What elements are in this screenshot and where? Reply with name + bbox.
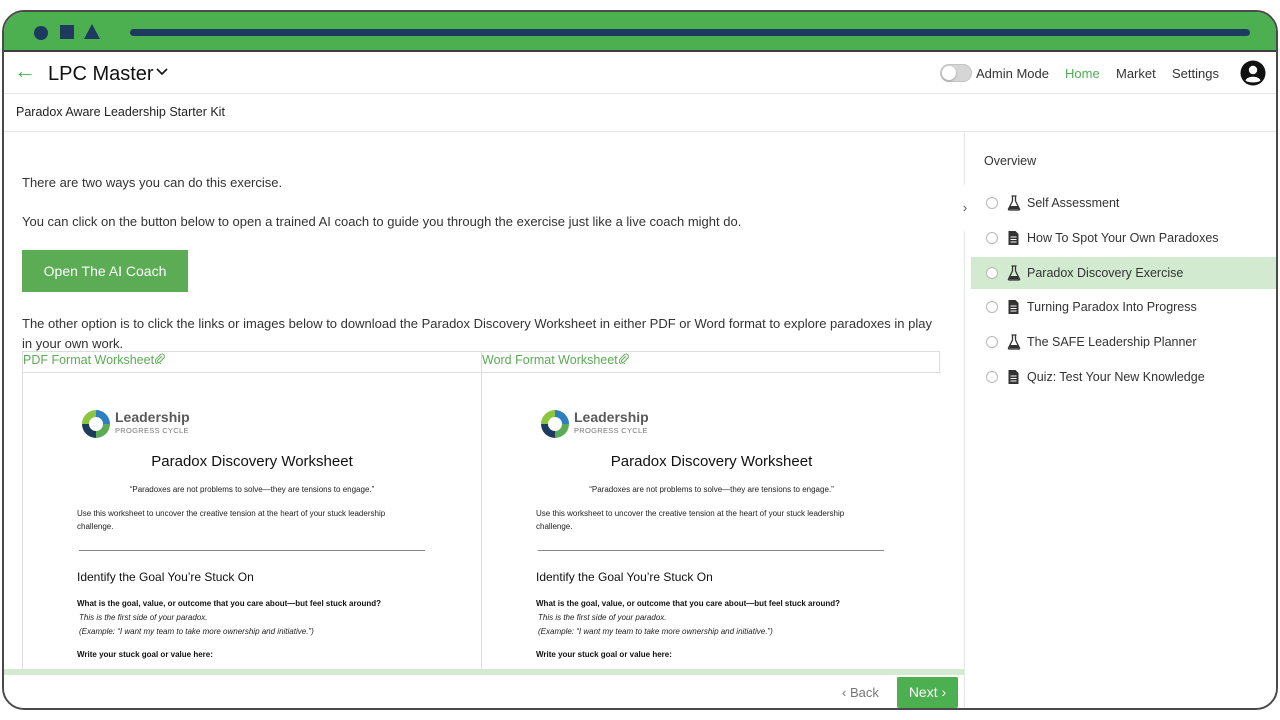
titlebar-bar xyxy=(130,29,1250,36)
worksheet-note: This is the first side of your paradox. xyxy=(79,613,208,622)
next-button[interactable]: Next › xyxy=(897,677,958,708)
lesson-content: There are two ways you can do this exerc… xyxy=(4,133,964,669)
radio-circle-icon xyxy=(986,267,998,279)
sidebar-item-turning-paradox-into-progress[interactable]: Turning Paradox Into Progress xyxy=(971,291,1276,323)
word-worksheet-column: Word Format Worksheet Leadership PROGRES… xyxy=(482,352,941,669)
user-avatar-icon[interactable] xyxy=(1240,60,1266,86)
logo-title: Leadership xyxy=(115,409,190,425)
worksheet-note: This is the first side of your paradox. xyxy=(538,613,667,622)
nav-settings-link[interactable]: Settings xyxy=(1172,66,1219,81)
sidebar-overview-link[interactable]: Overview xyxy=(984,154,1036,168)
word-worksheet-link-label: Word Format Worksheet xyxy=(482,353,618,367)
sidebar-item-paradox-discovery-exercise[interactable]: Paradox Discovery Exercise xyxy=(971,257,1276,289)
lesson-sidebar: › Overview Self Assessment How To Spot Yo… xyxy=(955,133,1276,708)
worksheet-write-prompt: Write your stuck goal or value here: xyxy=(536,650,672,659)
worksheet-rule xyxy=(79,550,425,551)
radio-circle-icon xyxy=(986,301,998,313)
back-button-label: Back xyxy=(849,685,879,700)
open-ai-coach-button[interactable]: Open The AI Coach xyxy=(22,250,188,292)
pdf-worksheet-link-label: PDF Format Worksheet xyxy=(23,353,155,367)
paperclip-icon xyxy=(618,353,629,367)
worksheet-example: (Example: “I want my team to take more o… xyxy=(538,627,773,636)
sidebar-item-label: Quiz: Test Your New Knowledge xyxy=(1027,370,1205,384)
sidebar-item-label: Self Assessment xyxy=(1027,196,1120,210)
flask-icon xyxy=(1007,195,1021,211)
worksheet-title: Paradox Discovery Worksheet xyxy=(610,453,813,470)
document-icon xyxy=(1007,230,1021,246)
worksheet-instructions: Use this worksheet to uncover the creati… xyxy=(77,509,386,531)
leadership-logo-icon xyxy=(538,407,572,441)
nav-home-link[interactable]: Home xyxy=(1065,66,1100,81)
worksheet-question: What is the goal, value, or outcome that… xyxy=(536,599,841,608)
triangle-shape-icon xyxy=(84,24,100,39)
sidebar-item-self-assessment[interactable]: Self Assessment xyxy=(971,187,1276,219)
sidebar-item-the-safe-leadership-planner[interactable]: The SAFE Leadership Planner xyxy=(971,326,1276,358)
flask-icon xyxy=(1007,334,1021,350)
paperclip-icon xyxy=(154,353,165,367)
app-window: ← LPC Master Admin Mode Home Market Sett… xyxy=(2,10,1278,710)
sidebar-item-quiz-test-your-new-knowledge[interactable]: Quiz: Test Your New Knowledge xyxy=(971,361,1276,393)
worksheet-heading: Identify the Goal You’re Stuck On xyxy=(536,570,713,584)
pdf-worksheet-preview[interactable]: Leadership PROGRESS CYCLE Paradox Discov… xyxy=(23,373,481,669)
word-worksheet-preview[interactable]: Leadership PROGRESS CYCLE Paradox Discov… xyxy=(482,373,941,669)
worksheet-rule xyxy=(538,550,884,551)
document-icon xyxy=(1007,369,1021,385)
intro-paragraph: There are two ways you can do this exerc… xyxy=(22,175,283,190)
app-header: ← LPC Master Admin Mode Home Market Sett… xyxy=(4,52,1276,94)
worksheet-heading: Identify the Goal You’re Stuck On xyxy=(77,570,254,584)
radio-circle-icon xyxy=(986,336,998,348)
logo-subtitle: PROGRESS CYCLE xyxy=(574,426,648,435)
logo-subtitle: PROGRESS CYCLE xyxy=(115,426,189,435)
course-title: Paradox Aware Leadership Starter Kit xyxy=(16,105,225,119)
document-icon xyxy=(1007,299,1021,315)
circle-shape-icon xyxy=(34,26,48,40)
sidebar-item-how-to-spot-your-own-paradoxes[interactable]: How To Spot Your Own Paradoxes xyxy=(971,222,1276,254)
admin-mode-label: Admin Mode xyxy=(976,66,1049,81)
worksheet-example: (Example: “I want my team to take more o… xyxy=(79,627,314,636)
worksheet-quote: “Paradoxes are not problems to solve—the… xyxy=(589,485,834,494)
worksheet-quote: “Paradoxes are not problems to solve—the… xyxy=(129,485,375,494)
logo-title: Leadership xyxy=(574,409,649,425)
pdf-worksheet-link[interactable]: PDF Format Worksheet xyxy=(23,353,165,367)
sidebar-item-label: How To Spot Your Own Paradoxes xyxy=(1027,231,1219,245)
coach-paragraph: You can click on the button below to ope… xyxy=(22,214,742,229)
chevron-down-icon[interactable] xyxy=(156,66,168,80)
sidebar-item-label: Turning Paradox Into Progress xyxy=(1027,300,1197,314)
sidebar-item-label: Paradox Discovery Exercise xyxy=(1027,266,1184,280)
worksheet-write-prompt: Write your stuck goal or value here: xyxy=(77,650,213,659)
worksheet-instructions: Use this worksheet to uncover the creati… xyxy=(536,509,845,531)
word-worksheet-link[interactable]: Word Format Worksheet xyxy=(482,353,629,367)
square-shape-icon xyxy=(60,25,74,39)
chevron-right-icon: › xyxy=(941,684,947,700)
sidebar-item-label: The SAFE Leadership Planner xyxy=(1027,335,1197,349)
worksheet-title: Paradox Discovery Worksheet xyxy=(151,453,353,470)
leadership-logo-icon xyxy=(79,407,113,441)
lesson-footer: ‹ Back Next › xyxy=(4,675,964,708)
radio-circle-icon xyxy=(986,197,998,209)
pdf-worksheet-column: PDF Format Worksheet Leadership PROGRESS… xyxy=(23,352,482,669)
chevron-left-icon: ‹ xyxy=(842,685,847,700)
flask-icon xyxy=(1007,265,1021,281)
course-header: Paradox Aware Leadership Starter Kit xyxy=(4,94,1276,132)
admin-mode-toggle[interactable] xyxy=(940,64,972,82)
app-title: LPC Master xyxy=(48,63,154,85)
worksheet-table: PDF Format Worksheet Leadership PROGRESS… xyxy=(22,351,941,669)
back-button[interactable]: ‹ Back xyxy=(842,685,879,700)
radio-circle-icon xyxy=(986,232,998,244)
back-arrow-icon[interactable]: ← xyxy=(14,60,36,82)
window-titlebar xyxy=(4,12,1276,52)
download-paragraph: The other option is to click the links o… xyxy=(22,316,932,351)
worksheet-question: What is the goal, value, or outcome that… xyxy=(77,599,382,608)
next-button-label: Next xyxy=(908,684,938,700)
nav-market-link[interactable]: Market xyxy=(1116,66,1156,81)
radio-circle-icon xyxy=(986,371,998,383)
